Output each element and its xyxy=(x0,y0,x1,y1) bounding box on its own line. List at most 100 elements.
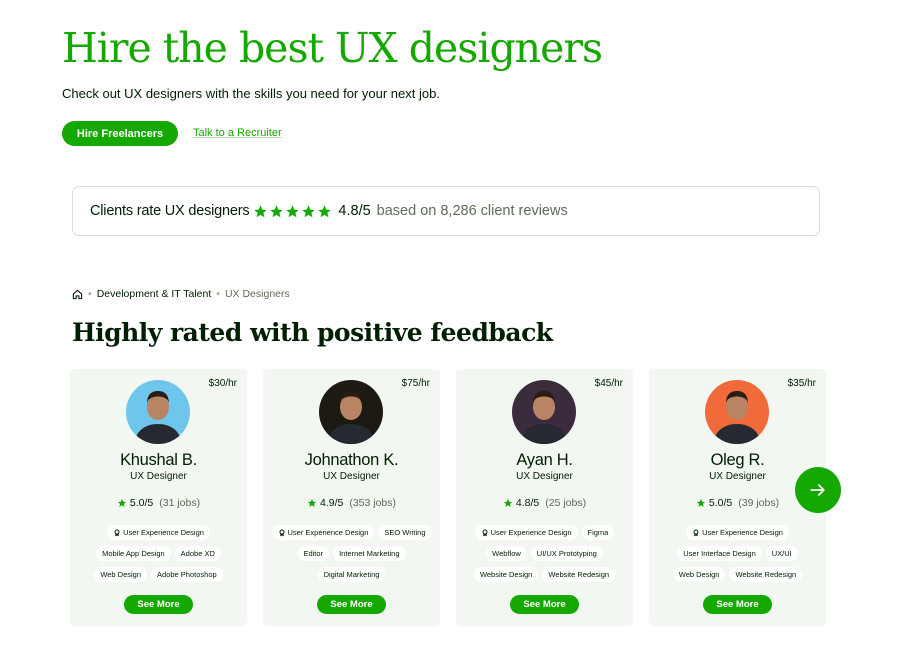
star-icon xyxy=(696,498,706,507)
skill-list: User Experience Design Mobile App Design A… xyxy=(73,525,244,582)
skill-list: User Experience Design Figma Webflow UI/UX … xyxy=(459,525,630,582)
rating-label: Clients rate UX designers xyxy=(90,203,250,219)
skill-tag-label: User Experience Design xyxy=(287,528,369,537)
talk-to-recruiter-link[interactable]: Talk to a Recruiter xyxy=(193,127,282,139)
skill-tag[interactable]: Website Design xyxy=(473,567,539,582)
freelancer-card[interactable]: $30/hr Khushal B. UX Designer 5.0/5 (31 jobs… xyxy=(70,369,247,626)
freelancer-name[interactable]: Khushal B. xyxy=(70,451,247,470)
skill-tag[interactable]: Web Design xyxy=(672,567,726,582)
skill-tag-label: Digital Marketing xyxy=(323,570,380,579)
skill-tag[interactable]: Website Redesign xyxy=(542,567,616,582)
home-icon[interactable] xyxy=(72,289,83,300)
skill-tag-label: Mobile App Design xyxy=(102,549,165,558)
skill-tag[interactable]: Figma xyxy=(581,525,615,540)
jobs-count: (39 jobs) xyxy=(738,497,780,509)
skill-tag[interactable]: User Experience Design xyxy=(686,525,789,540)
client-rating-banner: Clients rate UX designers 4.8/5 based on… xyxy=(72,186,820,236)
skill-tag-label: User Experience Design xyxy=(123,528,204,537)
skill-tag-label: Website Design xyxy=(479,570,533,579)
freelancer-rating: 5.0/5 (31 jobs) xyxy=(70,497,247,509)
skill-tag[interactable]: User Interface Design xyxy=(677,546,762,561)
freelancer-name[interactable]: Johnathon K. xyxy=(263,451,440,470)
skill-tag-label: Web Design xyxy=(100,570,142,579)
star-icon xyxy=(270,204,284,217)
skill-tag[interactable]: SEO Writing xyxy=(378,525,432,540)
page-title: Hire the best UX designers xyxy=(62,24,603,72)
hourly-rate: $75/hr xyxy=(401,378,430,389)
skill-tag-label: Adobe Photoshop xyxy=(157,570,217,579)
skill-tag-label: Figma xyxy=(587,528,609,537)
skill-tag-label: Webflow xyxy=(492,549,521,558)
rating-stars xyxy=(253,204,332,219)
see-more-button[interactable]: See More xyxy=(510,595,579,614)
rating-score: 4.8/5 xyxy=(338,203,371,219)
avatar-photo xyxy=(126,380,190,444)
skill-tag[interactable]: Mobile App Design xyxy=(96,546,171,561)
skill-tag[interactable]: Website Redesign xyxy=(729,567,803,582)
freelancer-rating: 4.8/5 (25 jobs) xyxy=(456,497,633,509)
skill-tag[interactable]: UI/UX Prototyping xyxy=(530,546,603,561)
skill-tag[interactable]: Webflow xyxy=(486,546,527,561)
skill-tag-label: Web Design xyxy=(678,570,720,579)
star-icon xyxy=(302,204,316,217)
jobs-count: (25 jobs) xyxy=(545,497,587,509)
carousel-next-button[interactable] xyxy=(795,467,841,513)
badge-icon xyxy=(279,529,284,536)
freelancer-card[interactable]: $45/hr Ayan H. UX Designer 4.8/5 (25 jobs) Us… xyxy=(456,369,633,626)
see-more-button[interactable]: See More xyxy=(703,595,772,614)
star-icon xyxy=(318,204,332,217)
star-icon xyxy=(117,498,127,507)
freelancer-role: UX Designer xyxy=(130,471,187,482)
star-icon xyxy=(254,204,268,217)
avatar[interactable] xyxy=(319,380,383,444)
freelancer-role: UX Designer xyxy=(516,471,573,482)
avatar-photo xyxy=(319,380,383,444)
avatar[interactable] xyxy=(705,380,769,444)
avatar-photo xyxy=(512,380,576,444)
skill-tag-label: User Interface Design xyxy=(683,549,756,558)
breadcrumb-separator: • xyxy=(216,288,220,300)
badge-icon xyxy=(114,529,120,536)
skill-list: User Experience Design SEO Writing Editor I… xyxy=(266,525,437,582)
hourly-rate: $30/hr xyxy=(208,378,237,389)
avatar[interactable] xyxy=(126,380,190,444)
avatar-photo xyxy=(705,380,769,444)
arrow-right-icon xyxy=(810,484,825,496)
skill-tag-label: UX/UI xyxy=(771,549,792,558)
breadcrumb: • Development & IT Talent • UX Designers xyxy=(72,288,290,300)
freelancer-rating: 4.9/5 (353 jobs) xyxy=(263,497,440,509)
page-subtitle: Check out UX designers with the skills y… xyxy=(62,86,440,101)
skill-tag[interactable]: Adobe XD xyxy=(174,546,221,561)
rating-score: 4.9/5 xyxy=(319,497,344,509)
hourly-rate: $45/hr xyxy=(594,378,623,389)
avatar[interactable] xyxy=(512,380,576,444)
freelancer-name[interactable]: Oleg R. xyxy=(649,451,826,470)
breadcrumb-current: UX Designers xyxy=(224,288,290,300)
badge-icon xyxy=(693,529,699,536)
see-more-button[interactable]: See More xyxy=(317,595,386,614)
skill-tag[interactable]: User Experience Design xyxy=(271,525,375,540)
skill-tag[interactable]: Editor xyxy=(297,546,330,561)
see-more-button[interactable]: See More xyxy=(124,595,193,614)
skill-tag[interactable]: UX/UI xyxy=(765,546,798,561)
freelancer-card[interactable]: $75/hr Johnathon K. UX Designer 4.9/5 (353 j… xyxy=(263,369,440,626)
skill-tag[interactable]: Web Design xyxy=(94,567,148,582)
skill-tag-label: UI/UX Prototyping xyxy=(536,549,597,558)
jobs-count: (31 jobs) xyxy=(159,497,201,509)
breadcrumb-separator: • xyxy=(88,288,92,300)
hire-freelancers-button[interactable]: Hire Freelancers xyxy=(62,121,178,146)
skill-tag[interactable]: User Experience Design xyxy=(474,525,578,540)
skill-tag-label: SEO Writing xyxy=(384,528,426,537)
hourly-rate: $35/hr xyxy=(787,378,816,389)
skill-tag-label: User Experience Design xyxy=(490,528,572,537)
skill-tag[interactable]: Digital Marketing xyxy=(317,567,386,582)
freelancer-name[interactable]: Ayan H. xyxy=(456,451,633,470)
skill-tag-label: Website Redesign xyxy=(735,570,797,579)
rating-score: 5.0/5 xyxy=(708,497,733,509)
skill-tag[interactable]: Adobe Photoshop xyxy=(151,567,223,582)
star-icon xyxy=(503,498,513,507)
freelancer-role: UX Designer xyxy=(323,471,380,482)
skill-tag[interactable]: User Experience Design xyxy=(107,525,210,540)
skill-tag[interactable]: Internet Marketing xyxy=(333,546,406,561)
breadcrumb-development-it[interactable]: Development & IT Talent xyxy=(97,288,212,300)
